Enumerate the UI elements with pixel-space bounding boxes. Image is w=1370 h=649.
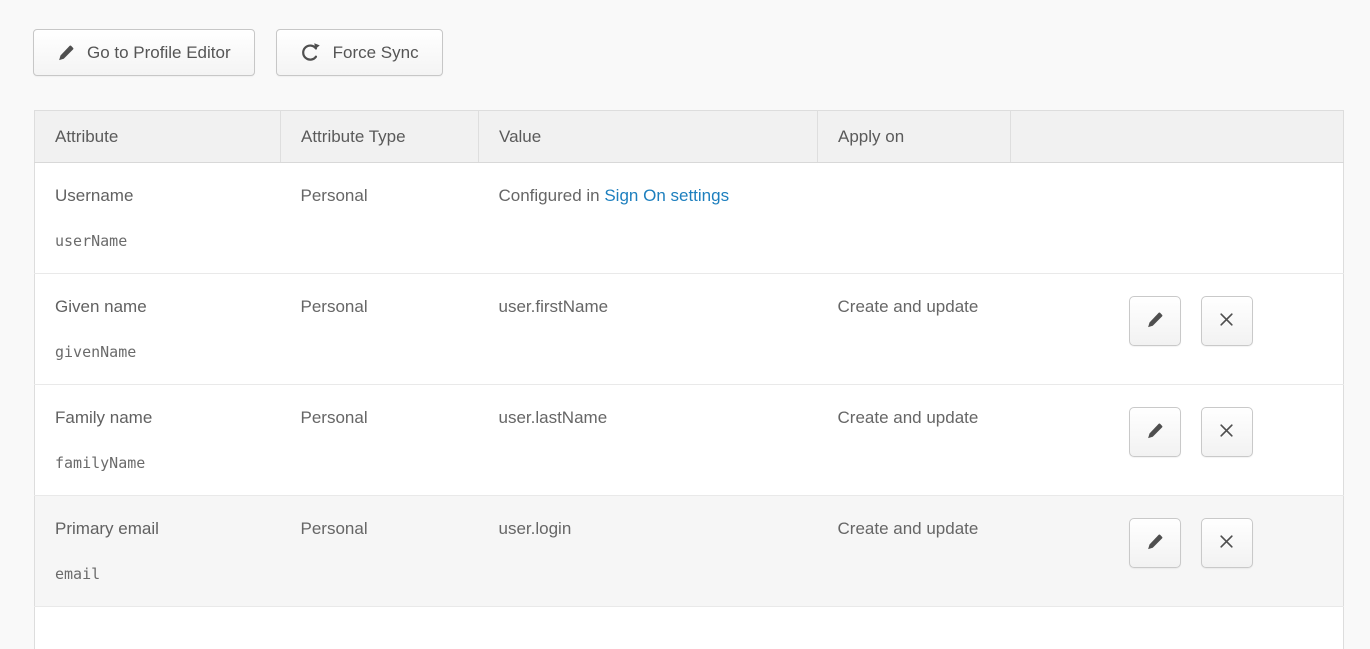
edit-attribute-button[interactable] (1129, 518, 1181, 568)
refresh-icon (300, 42, 321, 63)
row-actions (1129, 407, 1324, 457)
row-actions (1129, 518, 1324, 568)
apply-on-cell: Create and update (818, 496, 1011, 607)
attribute-display-name: Given name (55, 297, 261, 317)
value-cell: user.login (479, 496, 818, 607)
column-header-attribute: Attribute (35, 111, 281, 163)
actions-cell (1011, 274, 1344, 385)
delete-attribute-button[interactable] (1201, 407, 1253, 457)
table-row-primary-email: Primary email email Personal user.login … (35, 496, 1344, 607)
attribute-cell: Primary email email (35, 496, 281, 607)
attribute-cell: Given name givenName (35, 274, 281, 385)
close-icon (1218, 533, 1235, 553)
attribute-display-name: Primary email (55, 519, 261, 539)
pencil-icon (57, 44, 75, 62)
apply-on-cell (818, 163, 1011, 274)
force-sync-label: Force Sync (333, 43, 419, 63)
pencil-icon (1146, 533, 1164, 554)
table-row-username: Username userName Personal Configured in… (35, 163, 1344, 274)
table-row-partial (35, 607, 1344, 649)
close-icon (1218, 422, 1235, 442)
attribute-variable-name: userName (55, 232, 261, 250)
edit-attribute-button[interactable] (1129, 407, 1181, 457)
value-prefix-text: Configured in (499, 186, 605, 205)
actions-cell (1011, 496, 1344, 607)
attribute-type-cell: Personal (281, 496, 479, 607)
sign-on-settings-link[interactable]: Sign On settings (604, 186, 729, 205)
attribute-mapping-table-container: Attribute Attribute Type Value Apply on … (34, 110, 1343, 649)
attribute-variable-name: familyName (55, 454, 261, 472)
table-row-given-name: Given name givenName Personal user.first… (35, 274, 1344, 385)
value-cell: user.lastName (479, 385, 818, 496)
delete-attribute-button[interactable] (1201, 518, 1253, 568)
value-cell: user.firstName (479, 274, 818, 385)
column-header-value: Value (479, 111, 818, 163)
column-header-attribute-type: Attribute Type (281, 111, 479, 163)
actions-cell (1011, 385, 1344, 496)
table-header-row: Attribute Attribute Type Value Apply on (35, 111, 1344, 163)
apply-on-cell: Create and update (818, 274, 1011, 385)
attribute-display-name: Family name (55, 408, 261, 428)
delete-attribute-button[interactable] (1201, 296, 1253, 346)
attribute-cell: Family name familyName (35, 385, 281, 496)
attribute-type-cell: Personal (281, 163, 479, 274)
attribute-variable-name: email (55, 565, 261, 583)
go-to-profile-editor-button[interactable]: Go to Profile Editor (33, 29, 255, 76)
value-cell: Configured in Sign On settings (479, 163, 818, 274)
attribute-type-cell: Personal (281, 274, 479, 385)
row-actions (1129, 296, 1324, 346)
apply-on-cell: Create and update (818, 385, 1011, 496)
column-header-actions (1011, 111, 1344, 163)
table-row-family-name: Family name familyName Personal user.las… (35, 385, 1344, 496)
toolbar: Go to Profile Editor Force Sync (0, 0, 1370, 76)
go-to-profile-editor-label: Go to Profile Editor (87, 43, 231, 63)
attribute-type-cell: Personal (281, 385, 479, 496)
attribute-cell: Username userName (35, 163, 281, 274)
edit-attribute-button[interactable] (1129, 296, 1181, 346)
column-header-apply-on: Apply on (818, 111, 1011, 163)
actions-cell (1011, 163, 1344, 274)
close-icon (1218, 311, 1235, 331)
pencil-icon (1146, 311, 1164, 332)
attribute-variable-name: givenName (55, 343, 261, 361)
attribute-display-name: Username (55, 186, 261, 206)
force-sync-button[interactable]: Force Sync (276, 29, 443, 76)
pencil-icon (1146, 422, 1164, 443)
attribute-mapping-table: Attribute Attribute Type Value Apply on … (34, 110, 1344, 649)
page: { "toolbar": { "buttons": [ { "label": "… (0, 0, 1370, 644)
